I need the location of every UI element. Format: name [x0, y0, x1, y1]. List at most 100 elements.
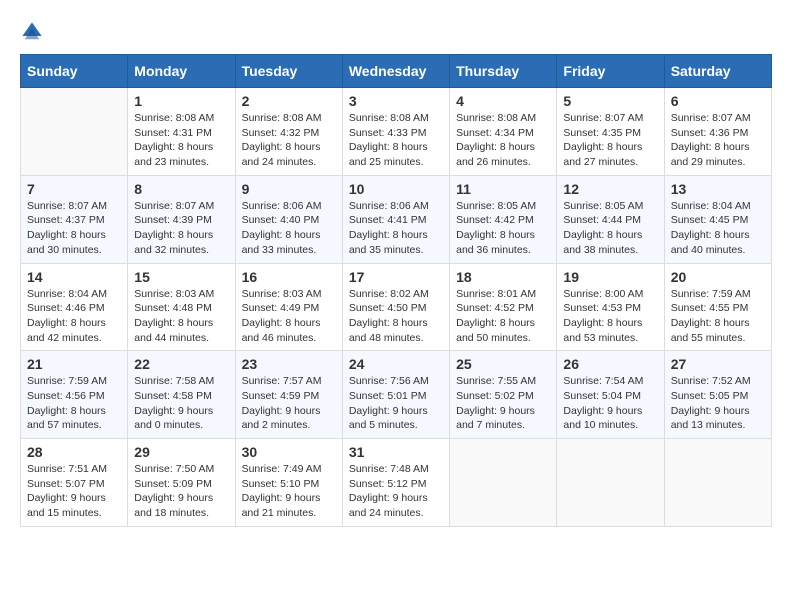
day-number: 9: [242, 181, 336, 197]
day-info: Sunrise: 8:04 AMSunset: 4:46 PMDaylight:…: [27, 287, 121, 346]
calendar-week-row: 7 Sunrise: 8:07 AMSunset: 4:37 PMDaylight…: [21, 175, 772, 263]
day-info: Sunrise: 8:03 AMSunset: 4:48 PMDaylight:…: [134, 287, 228, 346]
calendar-cell: 2 Sunrise: 8:08 AMSunset: 4:32 PMDaylight…: [235, 88, 342, 176]
calendar-cell: [664, 439, 771, 527]
calendar-week-row: 28 Sunrise: 7:51 AMSunset: 5:07 PMDayligh…: [21, 439, 772, 527]
calendar-cell: 16Sunrise: 8:03 AMSunset: 4:49 PMDayligh…: [235, 263, 342, 351]
calendar-header-wednesday: Wednesday: [342, 55, 449, 88]
calendar-header-thursday: Thursday: [450, 55, 557, 88]
day-number: 31: [349, 444, 443, 460]
calendar-header-tuesday: Tuesday: [235, 55, 342, 88]
day-number: 1: [134, 93, 228, 109]
calendar-cell: 17 Sunrise: 8:02 AMSunset: 4:50 PMDayligh…: [342, 263, 449, 351]
calendar-cell: 11Sunrise: 8:05 AMSunset: 4:42 PMDayligh…: [450, 175, 557, 263]
day-number: 27: [671, 356, 765, 372]
calendar-cell: 15 Sunrise: 8:03 AMSunset: 4:48 PMDayligh…: [128, 263, 235, 351]
day-number: 19: [563, 269, 657, 285]
day-info: Sunrise: 8:07 AMSunset: 4:39 PMDaylight:…: [134, 199, 228, 258]
day-number: 25: [456, 356, 550, 372]
calendar-table: SundayMondayTuesdayWednesdayThursdayFrid…: [20, 54, 772, 527]
calendar-cell: 3Sunrise: 8:08 AMSunset: 4:33 PMDaylight…: [342, 88, 449, 176]
day-info: Sunrise: 8:05 AMSunset: 4:44 PMDaylight:…: [563, 199, 657, 258]
day-number: 30: [242, 444, 336, 460]
day-info: Sunrise: 7:49 AMSunset: 5:10 PMDaylight:…: [242, 462, 336, 521]
calendar-cell: 9 Sunrise: 8:06 AMSunset: 4:40 PMDaylight…: [235, 175, 342, 263]
day-info: Sunrise: 8:08 AMSunset: 4:34 PMDaylight:…: [456, 111, 550, 170]
day-number: 6: [671, 93, 765, 109]
day-info: Sunrise: 8:04 AMSunset: 4:45 PMDaylight:…: [671, 199, 765, 258]
day-info: Sunrise: 7:56 AMSunset: 5:01 PMDaylight:…: [349, 374, 443, 433]
calendar-cell: 12 Sunrise: 8:05 AMSunset: 4:44 PMDayligh…: [557, 175, 664, 263]
day-info: Sunrise: 7:59 AMSunset: 4:56 PMDaylight:…: [27, 374, 121, 433]
day-info: Sunrise: 8:00 AMSunset: 4:53 PMDaylight:…: [563, 287, 657, 346]
day-info: Sunrise: 8:08 AMSunset: 4:32 PMDaylight:…: [242, 111, 336, 170]
day-info: Sunrise: 7:54 AMSunset: 5:04 PMDaylight:…: [563, 374, 657, 433]
calendar-cell: 18 Sunrise: 8:01 AMSunset: 4:52 PMDayligh…: [450, 263, 557, 351]
day-number: 18: [456, 269, 550, 285]
day-number: 26: [563, 356, 657, 372]
calendar-cell: 28 Sunrise: 7:51 AMSunset: 5:07 PMDayligh…: [21, 439, 128, 527]
day-info: Sunrise: 7:52 AMSunset: 5:05 PMDaylight:…: [671, 374, 765, 433]
calendar-cell: [557, 439, 664, 527]
calendar-cell: 31 Sunrise: 7:48 AMSunset: 5:12 PMDayligh…: [342, 439, 449, 527]
calendar-cell: 23 Sunrise: 7:57 AMSunset: 4:59 PMDayligh…: [235, 351, 342, 439]
day-number: 15: [134, 269, 228, 285]
logo-icon: [20, 20, 44, 44]
day-info: Sunrise: 8:08 AMSunset: 4:31 PMDaylight:…: [134, 111, 228, 170]
day-info: Sunrise: 8:07 AMSunset: 4:35 PMDaylight:…: [563, 111, 657, 170]
calendar-cell: 25Sunrise: 7:55 AMSunset: 5:02 PMDayligh…: [450, 351, 557, 439]
day-info: Sunrise: 8:02 AMSunset: 4:50 PMDaylight:…: [349, 287, 443, 346]
calendar-cell: 30 Sunrise: 7:49 AMSunset: 5:10 PMDayligh…: [235, 439, 342, 527]
day-number: 12: [563, 181, 657, 197]
day-info: Sunrise: 8:07 AMSunset: 4:37 PMDaylight:…: [27, 199, 121, 258]
day-number: 16: [242, 269, 336, 285]
calendar-cell: 8 Sunrise: 8:07 AMSunset: 4:39 PMDaylight…: [128, 175, 235, 263]
day-number: 5: [563, 93, 657, 109]
page-header: [20, 20, 772, 44]
day-number: 21: [27, 356, 121, 372]
calendar-cell: 22Sunrise: 7:58 AMSunset: 4:58 PMDayligh…: [128, 351, 235, 439]
calendar-cell: 6 Sunrise: 8:07 AMSunset: 4:36 PMDaylight…: [664, 88, 771, 176]
day-number: 13: [671, 181, 765, 197]
calendar-cell: 20Sunrise: 7:59 AMSunset: 4:55 PMDayligh…: [664, 263, 771, 351]
calendar-cell: 19 Sunrise: 8:00 AMSunset: 4:53 PMDayligh…: [557, 263, 664, 351]
day-number: 29: [134, 444, 228, 460]
day-info: Sunrise: 8:06 AMSunset: 4:40 PMDaylight:…: [242, 199, 336, 258]
calendar-cell: 27 Sunrise: 7:52 AMSunset: 5:05 PMDayligh…: [664, 351, 771, 439]
day-info: Sunrise: 7:51 AMSunset: 5:07 PMDaylight:…: [27, 462, 121, 521]
calendar-cell: 13 Sunrise: 8:04 AMSunset: 4:45 PMDayligh…: [664, 175, 771, 263]
day-number: 22: [134, 356, 228, 372]
calendar-cell: 26 Sunrise: 7:54 AMSunset: 5:04 PMDayligh…: [557, 351, 664, 439]
calendar-week-row: 1 Sunrise: 8:08 AMSunset: 4:31 PMDaylight…: [21, 88, 772, 176]
day-info: Sunrise: 7:57 AMSunset: 4:59 PMDaylight:…: [242, 374, 336, 433]
calendar-week-row: 21 Sunrise: 7:59 AMSunset: 4:56 PMDayligh…: [21, 351, 772, 439]
calendar-header-monday: Monday: [128, 55, 235, 88]
day-info: Sunrise: 8:07 AMSunset: 4:36 PMDaylight:…: [671, 111, 765, 170]
day-number: 10: [349, 181, 443, 197]
calendar-cell: 21 Sunrise: 7:59 AMSunset: 4:56 PMDayligh…: [21, 351, 128, 439]
calendar-week-row: 14 Sunrise: 8:04 AMSunset: 4:46 PMDayligh…: [21, 263, 772, 351]
day-number: 2: [242, 93, 336, 109]
calendar-header-sunday: Sunday: [21, 55, 128, 88]
day-number: 8: [134, 181, 228, 197]
day-number: 28: [27, 444, 121, 460]
calendar-cell: [450, 439, 557, 527]
calendar-cell: 24Sunrise: 7:56 AMSunset: 5:01 PMDayligh…: [342, 351, 449, 439]
day-number: 17: [349, 269, 443, 285]
day-info: Sunrise: 7:50 AMSunset: 5:09 PMDaylight:…: [134, 462, 228, 521]
calendar-header-row: SundayMondayTuesdayWednesdayThursdayFrid…: [21, 55, 772, 88]
calendar-cell: 1 Sunrise: 8:08 AMSunset: 4:31 PMDaylight…: [128, 88, 235, 176]
calendar-header-friday: Friday: [557, 55, 664, 88]
calendar-cell: 5 Sunrise: 8:07 AMSunset: 4:35 PMDaylight…: [557, 88, 664, 176]
calendar-cell: 29 Sunrise: 7:50 AMSunset: 5:09 PMDayligh…: [128, 439, 235, 527]
calendar-header-saturday: Saturday: [664, 55, 771, 88]
day-number: 7: [27, 181, 121, 197]
day-info: Sunrise: 8:08 AMSunset: 4:33 PMDaylight:…: [349, 111, 443, 170]
day-info: Sunrise: 8:05 AMSunset: 4:42 PMDaylight:…: [456, 199, 550, 258]
day-info: Sunrise: 8:01 AMSunset: 4:52 PMDaylight:…: [456, 287, 550, 346]
day-number: 14: [27, 269, 121, 285]
day-number: 23: [242, 356, 336, 372]
calendar-cell: 10Sunrise: 8:06 AMSunset: 4:41 PMDayligh…: [342, 175, 449, 263]
calendar-cell: 7 Sunrise: 8:07 AMSunset: 4:37 PMDaylight…: [21, 175, 128, 263]
day-info: Sunrise: 7:48 AMSunset: 5:12 PMDaylight:…: [349, 462, 443, 521]
